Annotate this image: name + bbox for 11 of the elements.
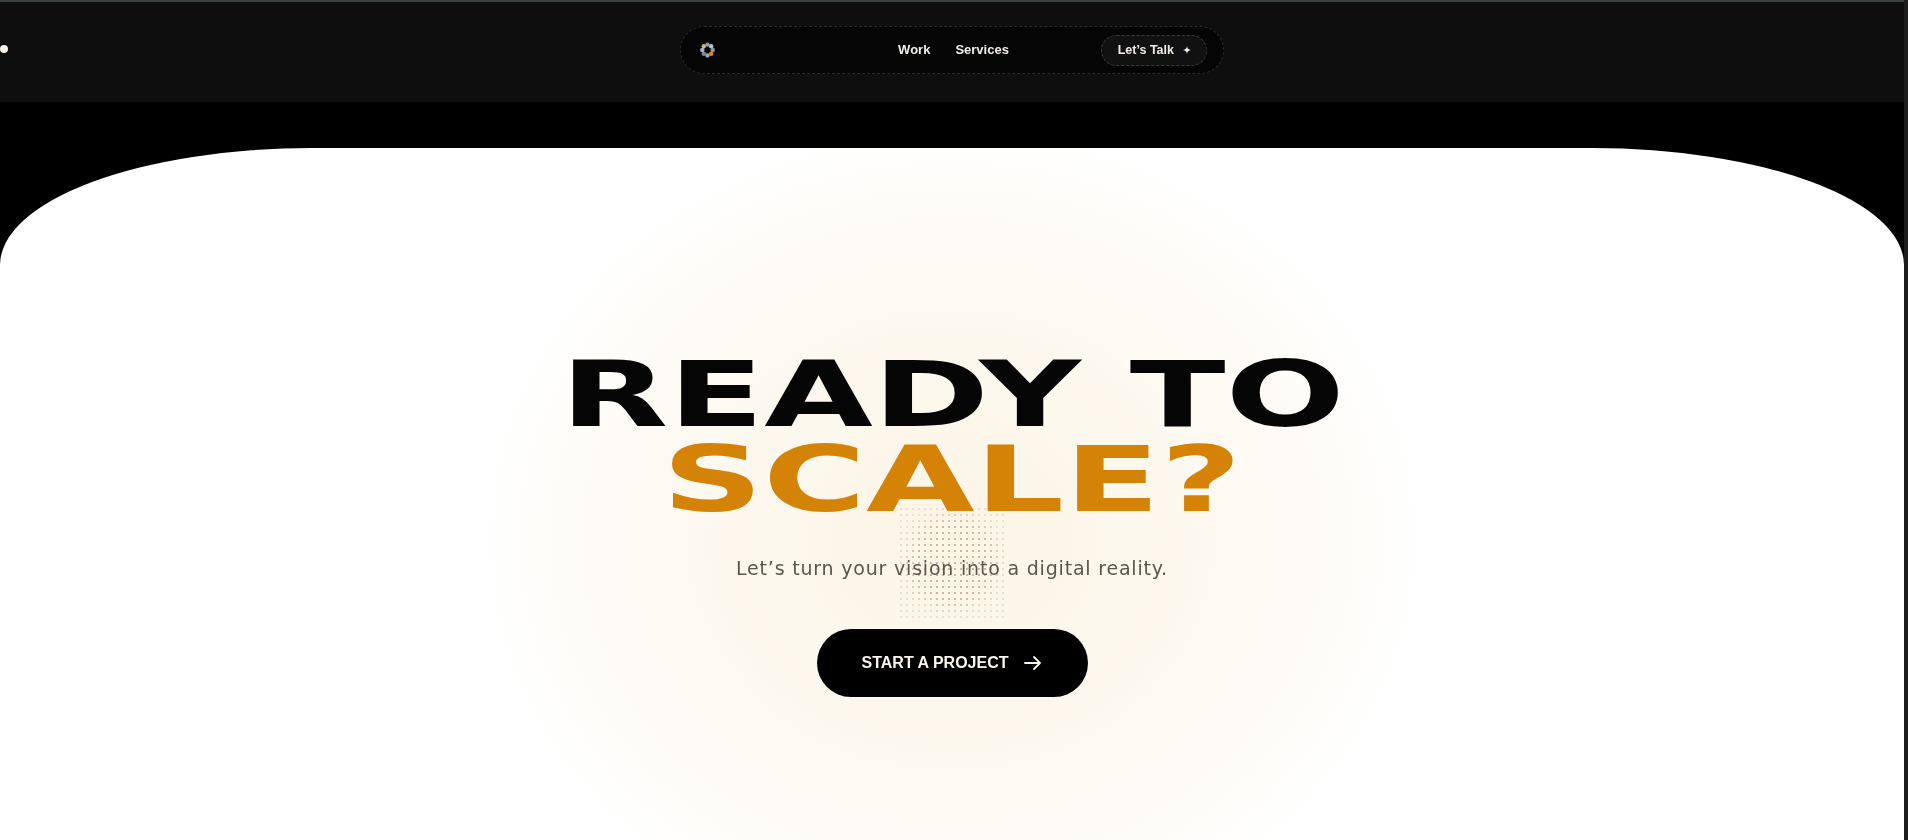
tagline-text: Let’s turn your vision into a digital reality. — [736, 557, 1168, 579]
right-arrow-icon — [1024, 655, 1043, 671]
dot-icon — [0, 45, 8, 53]
lets-talk-button[interactable]: Let’s Talk — [1100, 34, 1207, 66]
start-project-button[interactable]: START A PROJECT — [816, 629, 1088, 697]
nav-link[interactable]: Work — [898, 42, 931, 58]
headline-line: SCALE? — [662, 437, 1242, 522]
sparkle-icon — [1183, 46, 1191, 54]
nav-link[interactable]: Services — [955, 42, 1009, 58]
logo-icon[interactable] — [700, 42, 715, 58]
headline-line: READY TO — [559, 352, 1345, 437]
